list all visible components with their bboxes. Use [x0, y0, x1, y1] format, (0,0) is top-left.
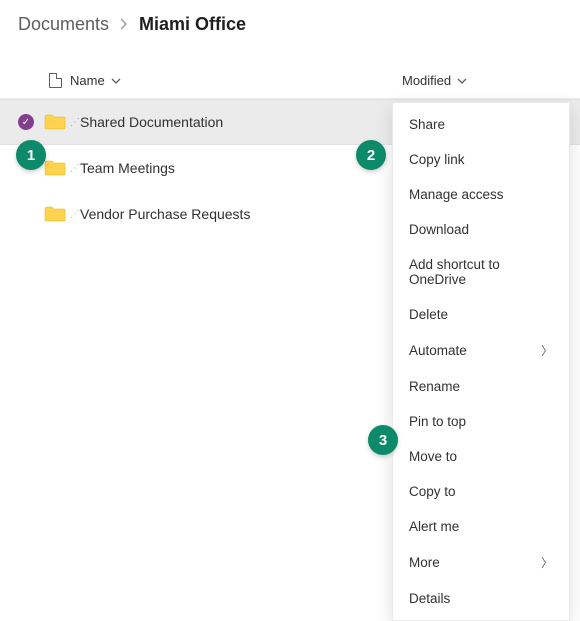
menu-label: Delete: [409, 307, 448, 322]
menu-label: Details: [409, 591, 450, 606]
menu-download[interactable]: Download: [393, 212, 569, 247]
menu-rename[interactable]: Rename: [393, 369, 569, 404]
item-name[interactable]: Shared Documentation: [80, 114, 442, 130]
list-header: Name Modified: [0, 57, 580, 99]
menu-label: Copy link: [409, 152, 465, 167]
menu-more[interactable]: More 〉: [393, 544, 569, 581]
column-name[interactable]: Name: [70, 73, 402, 88]
menu-add-shortcut[interactable]: Add shortcut to OneDrive: [393, 247, 569, 297]
menu-label: Add shortcut to OneDrive: [409, 257, 553, 287]
row-checkbox[interactable]: ✓: [18, 114, 40, 130]
column-modified-label: Modified: [402, 73, 451, 88]
menu-label: More: [409, 555, 440, 570]
link-icon: ⋰: [70, 209, 78, 220]
menu-label: Download: [409, 222, 469, 237]
menu-automate[interactable]: Automate 〉: [393, 332, 569, 369]
menu-copy-to[interactable]: Copy to: [393, 474, 569, 509]
link-icon: ⋰: [70, 117, 78, 128]
type-icon-header: [40, 73, 70, 88]
menu-pin-to-top[interactable]: Pin to top: [393, 404, 569, 439]
callout-2: 2: [356, 140, 386, 170]
link-icon: ⋰: [70, 163, 78, 174]
menu-manage-access[interactable]: Manage access: [393, 177, 569, 212]
chevron-right-icon: 〉: [541, 342, 553, 359]
chevron-down-icon: [457, 73, 467, 88]
menu-label: Copy to: [409, 484, 456, 499]
menu-label: Manage access: [409, 187, 504, 202]
document-icon: [49, 73, 62, 88]
menu-label: Alert me: [409, 519, 459, 534]
column-modified[interactable]: Modified: [402, 73, 562, 88]
menu-delete[interactable]: Delete: [393, 297, 569, 332]
chevron-right-icon: [119, 17, 129, 33]
folder-icon: [40, 160, 70, 176]
menu-label: Move to: [409, 449, 457, 464]
folder-icon: [40, 114, 70, 130]
menu-share[interactable]: Share: [393, 107, 569, 142]
menu-copy-link[interactable]: Copy link: [393, 142, 569, 177]
menu-label: Automate: [409, 343, 467, 358]
breadcrumb-current[interactable]: Miami Office: [139, 14, 246, 35]
menu-label: Share: [409, 117, 445, 132]
chevron-down-icon: [111, 73, 121, 88]
context-menu: Share Copy link Manage access Download A…: [392, 102, 570, 621]
folder-icon: [40, 206, 70, 222]
column-name-label: Name: [70, 73, 105, 88]
breadcrumb: Documents Miami Office: [0, 0, 580, 45]
menu-move-to[interactable]: Move to: [393, 439, 569, 474]
callout-1: 1: [16, 140, 46, 170]
menu-alert-me[interactable]: Alert me: [393, 509, 569, 544]
menu-label: Pin to top: [409, 414, 466, 429]
callout-3: 3: [368, 425, 398, 455]
checkmark-icon: ✓: [18, 114, 34, 130]
menu-details[interactable]: Details: [393, 581, 569, 616]
menu-label: Rename: [409, 379, 460, 394]
breadcrumb-root[interactable]: Documents: [18, 14, 109, 35]
chevron-right-icon: 〉: [541, 554, 553, 571]
